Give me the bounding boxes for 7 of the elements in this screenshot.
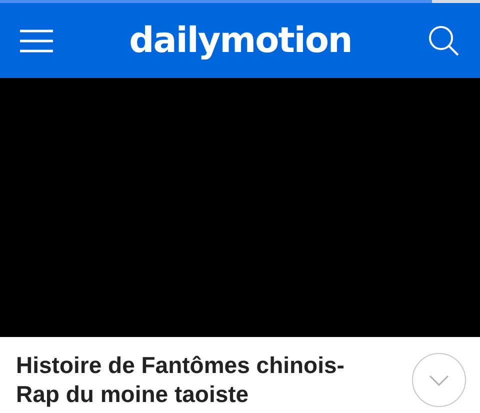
chevron-icon <box>429 374 449 386</box>
menu-button[interactable] <box>20 28 53 52</box>
search-icon <box>428 24 460 56</box>
video-title: Histoire de Fantômes chinois-Rap du moine taoiste <box>16 351 346 409</box>
logo[interactable]: dailymotion <box>129 20 352 60</box>
search-button[interactable] <box>428 24 460 56</box>
menu-icon <box>20 28 53 52</box>
